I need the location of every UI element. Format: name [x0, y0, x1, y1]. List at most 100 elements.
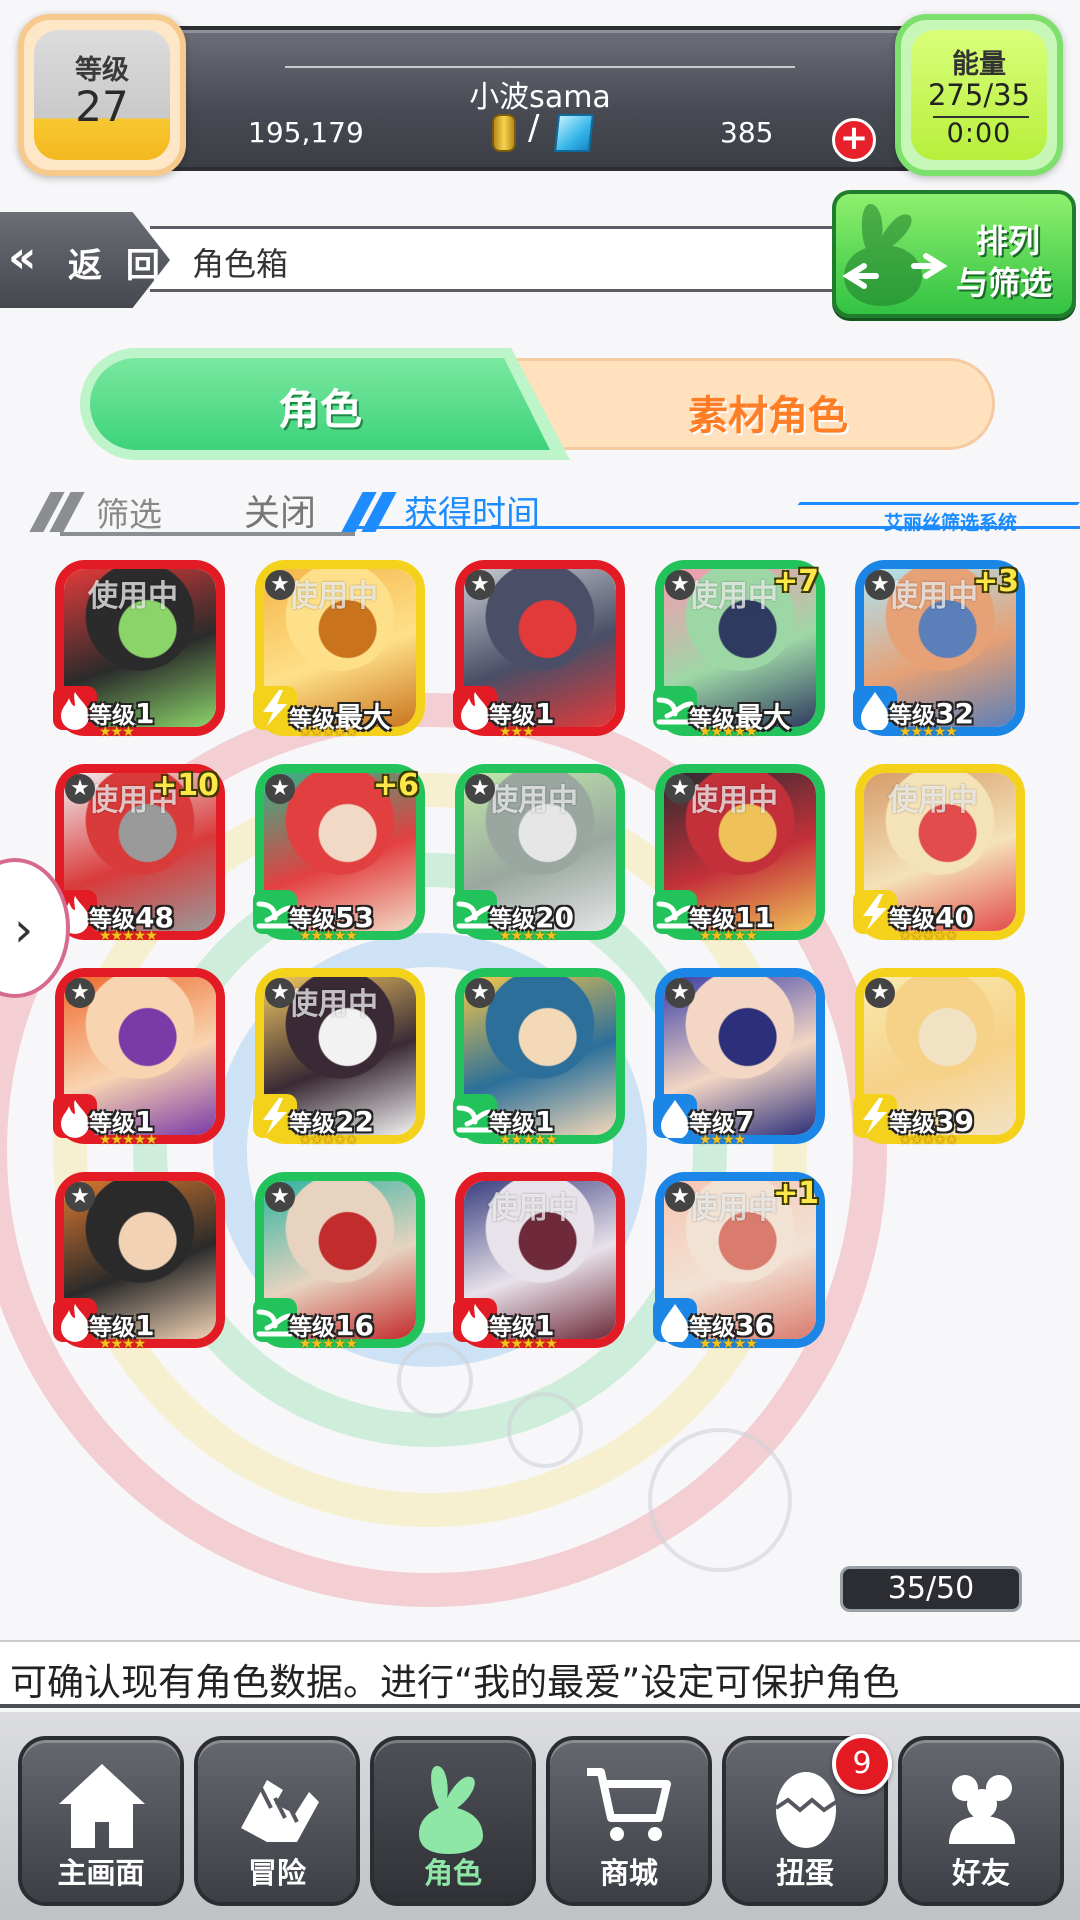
chevron-right-icon: ›	[14, 902, 34, 958]
character-card[interactable]: 使用中 ★ 等级22 ★★★★★	[253, 968, 427, 1148]
in-use-label: 使用中	[288, 579, 378, 614]
favorite-star-icon: ★	[665, 1182, 695, 1212]
favorite-star-icon: ★	[65, 774, 95, 804]
nav-friends[interactable]: 好友	[898, 1736, 1064, 1906]
energy-timer: 0:00	[946, 118, 1012, 149]
coin-icon	[492, 114, 516, 152]
nav-characters[interactable]: 角色	[370, 1736, 536, 1906]
rarity-stars: ★★★★	[699, 1132, 746, 1148]
favorite-star-icon: ★	[265, 570, 295, 600]
gem-icon	[554, 114, 594, 152]
rarity-stars: ★★★★★	[699, 1336, 758, 1352]
energy-label: 能量	[952, 49, 1006, 80]
favorite-star-icon: ★	[465, 774, 495, 804]
rarity-stars: ★★★	[499, 724, 535, 740]
handshake-icon	[241, 1780, 319, 1842]
filter-label: 筛选	[96, 495, 162, 534]
double-chevron-left-icon: «	[8, 232, 37, 283]
character-card[interactable]: ★ 等级1 ★★★★★	[53, 968, 227, 1148]
rarity-stars: ★★★★★	[499, 928, 558, 944]
character-card[interactable]: 使用中 ★ 等级20 ★★★★★	[453, 764, 627, 944]
character-card[interactable]: ★ 等级7 ★★★★	[653, 968, 827, 1148]
player-level-box: 等级 27	[18, 14, 186, 176]
buy-gems-button[interactable]: +	[832, 118, 876, 162]
favorite-star-icon: ★	[65, 1182, 95, 1212]
nav-home-label: 主画面	[57, 1856, 145, 1890]
rarity-stars: ★★★★★	[99, 1132, 158, 1148]
plus-value-badge: +7	[772, 564, 819, 599]
friends-icon	[949, 1775, 1015, 1844]
tab-material-label: 素材角色	[688, 393, 848, 439]
rabbit-icon	[419, 1766, 483, 1854]
character-card[interactable]: ★ 等级1 ★★★	[453, 560, 627, 740]
home-icon	[59, 1764, 145, 1848]
rarity-stars: ★★★★★	[299, 724, 358, 740]
rarity-stars: ★★★★★	[899, 928, 958, 944]
character-card[interactable]: 使用中 等级1 ★★★★★	[453, 1172, 627, 1352]
nav-shop-label: 商城	[599, 1856, 658, 1890]
rarity-stars: ★★★★★	[899, 724, 958, 740]
nav-adventure-label: 冒险	[247, 1856, 306, 1890]
rarity-stars: ★★★★★	[699, 724, 758, 740]
plus-value-badge: +3	[972, 564, 1019, 599]
plus-value-badge: +1	[772, 1176, 819, 1211]
character-card[interactable]: ★ 等级39 ★★★★★	[853, 968, 1027, 1148]
name-divider	[285, 66, 795, 68]
character-card[interactable]: 使用中 ★ +1 等级36 ★★★★★	[653, 1172, 827, 1352]
favorite-star-icon: ★	[265, 774, 295, 804]
character-card[interactable]: 使用中 等级40 ★★★★★	[853, 764, 1027, 944]
tab-characters-label: 角色	[277, 385, 363, 434]
plus-value-badge: +10	[152, 768, 219, 803]
rarity-stars: ★★★★★	[499, 1132, 558, 1148]
page-title: 角色箱	[192, 245, 289, 283]
bottom-nav: 主画面 冒险 角色 商城 扭蛋 好友	[0, 1712, 1080, 1920]
nav-characters-label: 角色	[423, 1856, 482, 1890]
cart-icon	[587, 1768, 671, 1841]
character-card[interactable]: ★ 等级1 ★★★★★	[453, 968, 627, 1148]
energy-box[interactable]: 能量 275/35 0:00	[895, 14, 1063, 176]
favorite-star-icon: ★	[465, 978, 495, 1008]
in-use-label: 使用中	[488, 1191, 578, 1226]
character-card[interactable]: 使用中 ★ 等级11 ★★★★★	[653, 764, 827, 944]
favorite-star-icon: ★	[865, 978, 895, 1008]
rarity-stars: ★★★★★	[899, 1132, 958, 1148]
filter-toggle[interactable]: 关闭	[244, 484, 316, 536]
sort-filter-button[interactable]: 排列 与筛选	[832, 190, 1076, 318]
in-use-label: 使用中	[688, 783, 778, 818]
character-card[interactable]: 使用中 ★ +10 等级48 ★★★★★	[53, 764, 227, 944]
nav-gacha-label: 扭蛋	[775, 1856, 834, 1890]
in-use-label: 使用中	[688, 579, 778, 614]
player-name: 小波sama	[469, 80, 611, 115]
gacha-notification-badge: 9	[832, 1734, 892, 1794]
nav-friends-label: 好友	[951, 1856, 1010, 1890]
favorite-star-icon: ★	[265, 1182, 295, 1212]
nav-home[interactable]: 主画面	[18, 1736, 184, 1906]
character-card[interactable]: 使用中 ★ 等级最大 ★★★★★	[253, 560, 427, 740]
plus-value-badge: +6	[372, 768, 419, 803]
back-button[interactable]: « 返 回	[0, 212, 170, 308]
character-card[interactable]: ★ 等级1 ★★★★	[53, 1172, 227, 1352]
nav-adventure[interactable]: 冒险	[194, 1736, 360, 1906]
character-card[interactable]: 使用中 ★ +3 等级32 ★★★★★	[853, 560, 1027, 740]
rarity-stars: ★★★★★	[299, 928, 358, 944]
character-card[interactable]: 使用中 等级1 ★★★	[53, 560, 227, 740]
favorite-star-icon: ★	[665, 774, 695, 804]
filter-underline	[60, 532, 355, 536]
tab-characters[interactable]: 角色	[80, 348, 570, 460]
rarity-stars: ★★★★	[99, 1336, 146, 1352]
character-card[interactable]: ★ 等级16 ★★★★★	[253, 1172, 427, 1352]
in-use-label: 使用中	[688, 1191, 778, 1226]
favorite-star-icon: ★	[265, 978, 295, 1008]
sort-label-line1: 排列	[976, 222, 1041, 260]
level-value: 27	[75, 82, 129, 131]
nav-shop[interactable]: 商城	[546, 1736, 712, 1906]
rarity-stars: ★★★★★	[499, 1336, 558, 1352]
character-card[interactable]: 使用中 ★ +7 等级最大 ★★★★★	[653, 560, 827, 740]
character-card[interactable]: ★ +6 等级53 ★★★★★	[253, 764, 427, 944]
coin-count: 195,179	[248, 116, 364, 149]
in-use-label: 使用中	[288, 987, 378, 1022]
favorite-star-icon: ★	[865, 570, 895, 600]
favorite-star-icon: ★	[465, 570, 495, 600]
status-bar: 小波sama 195,179 / 385 + 等级 27 能量 275/35 0…	[0, 0, 1080, 185]
filter-system-label: 艾丽丝筛选系统	[884, 512, 1018, 534]
